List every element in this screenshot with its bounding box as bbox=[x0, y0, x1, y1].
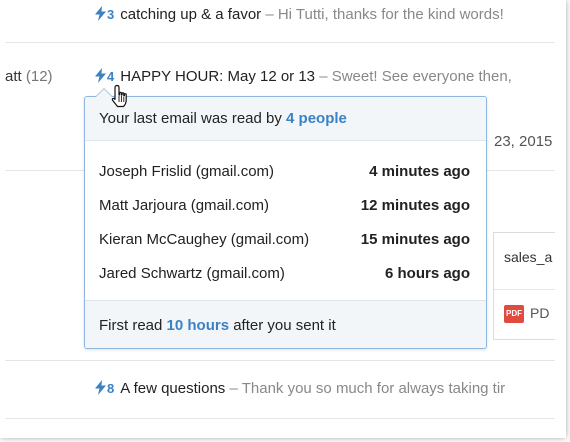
read-time: 6 hours ago bbox=[384, 265, 470, 282]
lightning-bolt-icon[interactable] bbox=[95, 68, 106, 83]
read-receipt-popover: Your last email was read by 4 people Jos… bbox=[84, 88, 487, 349]
open-count: 3 bbox=[107, 7, 115, 22]
lightning-bolt-icon bbox=[95, 6, 106, 21]
reader-row: Kieran McCaughey (gmail.com) 15 minutes … bbox=[99, 231, 470, 248]
reader-name: Matt Jarjoura (gmail.com) bbox=[99, 197, 270, 214]
thread-count: (12) bbox=[25, 68, 53, 85]
hand-pointer-icon bbox=[111, 84, 127, 108]
popover-footer: First read 10 hours after you sent it bbox=[85, 300, 486, 348]
email-snippet: – Hi Tutti, thanks for the kind words! bbox=[261, 6, 504, 23]
email-snippet: – Thank you so much for always taking ti… bbox=[225, 380, 506, 397]
popover-caret-fill bbox=[96, 89, 112, 97]
reader-name: Joseph Frislid (gmail.com) bbox=[99, 163, 275, 180]
attachment-type: PD bbox=[530, 305, 550, 321]
email-subject: A few questions bbox=[120, 380, 226, 397]
reader-row: Matt Jarjoura (gmail.com) 12 minutes ago bbox=[99, 197, 470, 214]
footer-suffix: after you sent it bbox=[229, 317, 336, 334]
email-sender: att (12) bbox=[5, 68, 53, 85]
read-time: 12 minutes ago bbox=[360, 197, 470, 214]
email-row[interactable]: 4 HAPPY HOUR: May 12 or 13 – Sweet! See e… bbox=[95, 68, 555, 85]
header-prefix: Your last email was read by bbox=[99, 110, 287, 127]
reader-name: Kieran McCaughey (gmail.com) bbox=[99, 231, 310, 248]
footer-prefix: First read bbox=[99, 317, 167, 334]
row-divider bbox=[5, 360, 555, 361]
attachment-card[interactable]: sales_a PDF PD bbox=[493, 232, 555, 340]
row-divider bbox=[5, 418, 555, 419]
email-subject: catching up & a favor bbox=[120, 6, 262, 23]
reader-row: Joseph Frislid (gmail.com) 4 minutes ago bbox=[99, 163, 470, 180]
open-count[interactable]: 4 bbox=[107, 69, 114, 84]
popover-footer-text: First read 10 hours after you sent it bbox=[99, 317, 336, 334]
email-snippet: – Sweet! See everyone then, bbox=[315, 68, 512, 85]
email-subject: HAPPY HOUR: May 12 or 13 bbox=[120, 68, 316, 85]
email-row[interactable]: 8 A few questions – Thank you so much for… bbox=[95, 380, 555, 397]
sender-name: att bbox=[5, 68, 22, 85]
open-count: 8 bbox=[107, 381, 115, 396]
first-read-delay: 10 hours bbox=[166, 317, 230, 334]
attachment-name: sales_a bbox=[504, 249, 553, 265]
reader-row: Jared Schwartz (gmail.com) 6 hours ago bbox=[99, 265, 470, 282]
reader-count: 4 people bbox=[286, 110, 347, 127]
email-date: 23, 2015 bbox=[494, 133, 553, 150]
row-divider bbox=[5, 42, 555, 43]
email-row[interactable]: 3 catching up & a favor – Hi Tutti, thank… bbox=[95, 6, 555, 23]
attachment-divider bbox=[494, 289, 555, 290]
lightning-bolt-icon bbox=[95, 380, 106, 395]
pdf-file-icon: PDF bbox=[504, 305, 524, 323]
read-time: 4 minutes ago bbox=[369, 163, 470, 180]
popover-header-text: Your last email was read by 4 people bbox=[99, 110, 347, 127]
reader-name: Jared Schwartz (gmail.com) bbox=[99, 265, 285, 282]
read-time: 15 minutes ago bbox=[360, 231, 470, 248]
popover-header: Your last email was read by 4 people bbox=[85, 97, 486, 141]
